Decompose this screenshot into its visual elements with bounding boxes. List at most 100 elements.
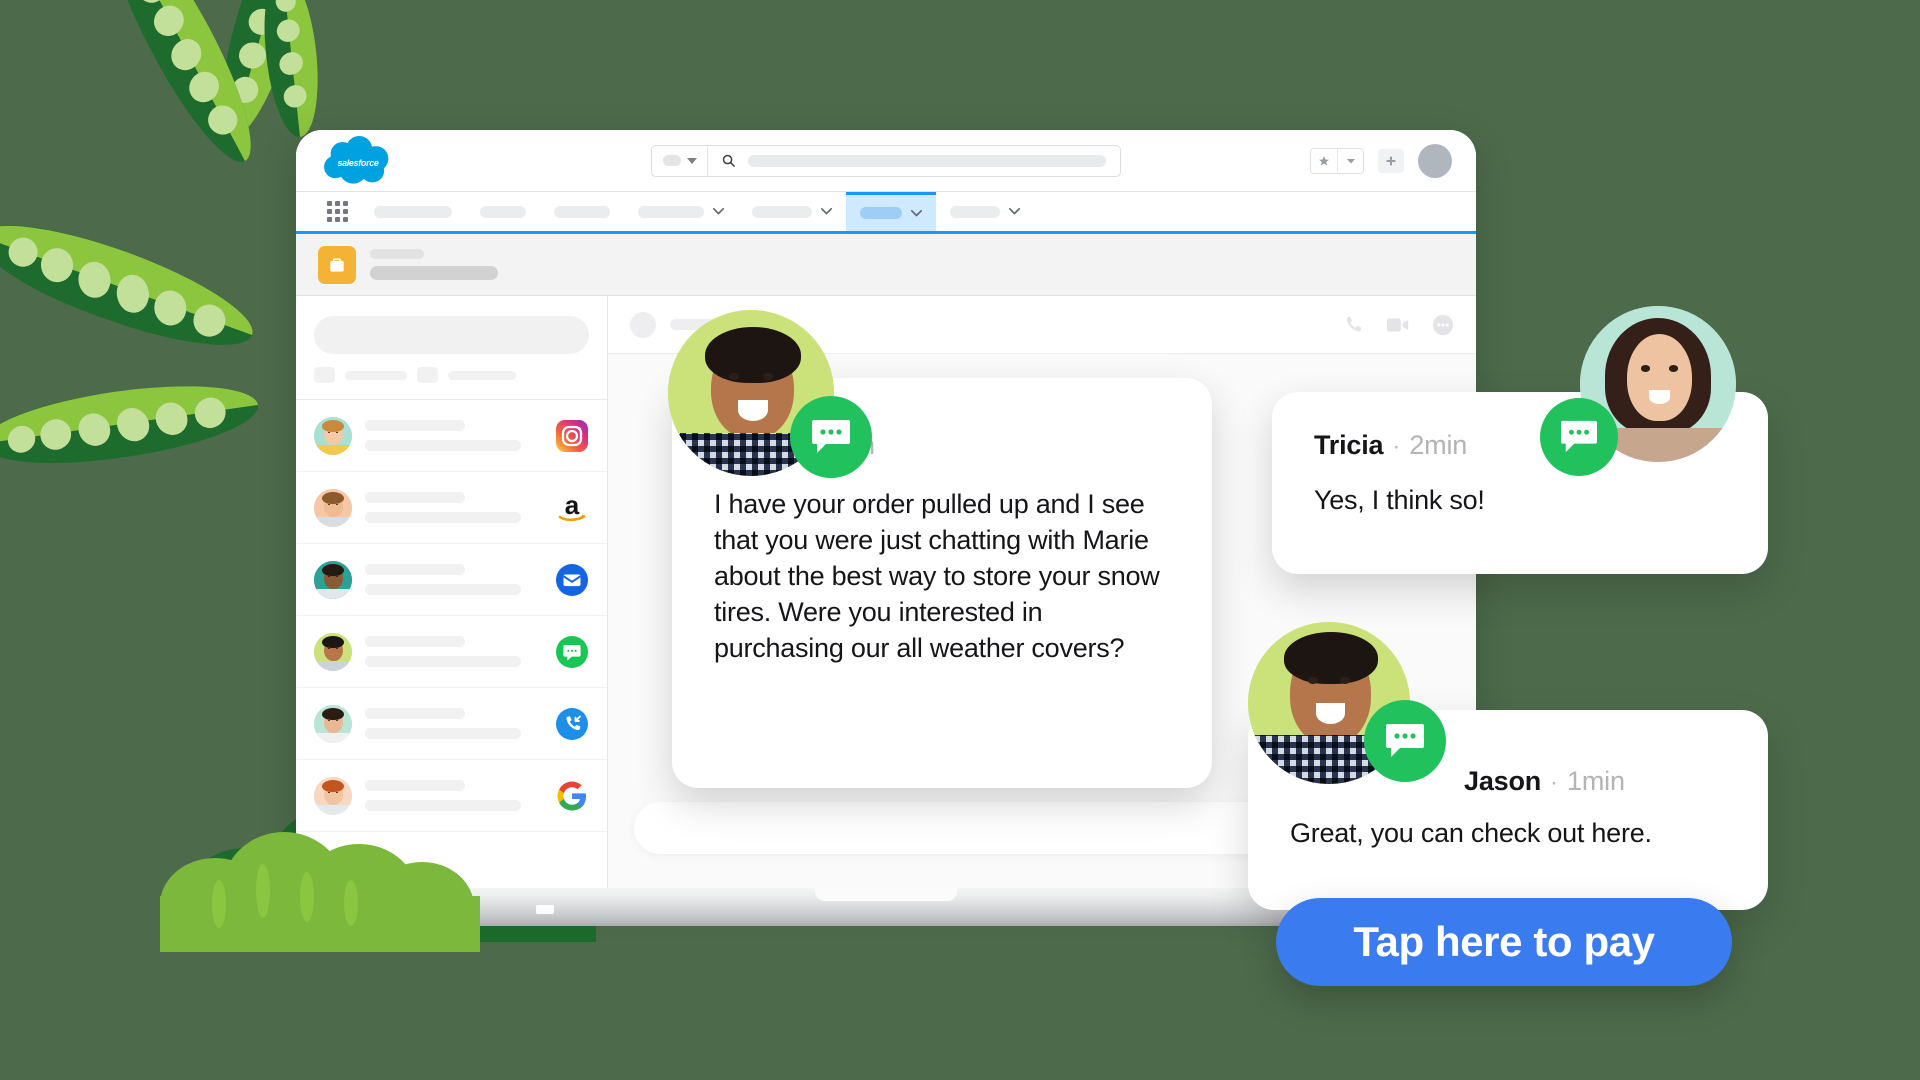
nav-tab-label (752, 205, 812, 218)
filter-chip[interactable] (314, 367, 335, 383)
phone-icon[interactable] (1342, 314, 1364, 336)
chat-contact-avatar (630, 311, 656, 338)
instagram-icon (555, 419, 589, 453)
nav-tab-label (860, 207, 902, 219)
chat-header-actions (1342, 314, 1454, 336)
more-icon[interactable] (1432, 314, 1454, 336)
filter-chip[interactable] (417, 367, 438, 383)
callback-icon (555, 707, 589, 741)
search-scope-label (662, 155, 681, 166)
nav-tab-label (480, 205, 526, 218)
conversation-list-panel: a (296, 296, 608, 894)
message-timestamp: 1min (1567, 766, 1625, 796)
message-sender-name: Jason (1464, 766, 1542, 796)
filter-label (345, 370, 407, 380)
nav-tab-label (638, 205, 704, 218)
message-body: Great, you can check out here. (1290, 818, 1652, 848)
list-item-avatar (314, 704, 352, 743)
nav-tab-1[interactable] (466, 192, 540, 231)
amazon-icon: a (555, 491, 589, 525)
list-item[interactable] (296, 688, 607, 760)
chevron-down-icon[interactable] (1337, 148, 1363, 173)
list-search-input[interactable] (314, 316, 589, 354)
user-avatar[interactable] (1418, 143, 1452, 178)
message-header: Jason · 1min (1464, 766, 1625, 797)
nav-tab-2[interactable] (540, 192, 624, 231)
pay-button-label: Tap here to pay (1353, 918, 1655, 965)
message-separator: · (1392, 433, 1401, 460)
conversation-list: a (296, 400, 607, 832)
leaf-frond (257, 0, 325, 140)
search-icon (708, 153, 748, 168)
chevron-down-icon[interactable] (911, 209, 922, 217)
message-body: Yes, I think so! (1314, 485, 1485, 515)
laptop-base-dot (536, 905, 554, 914)
message-timestamp: 2min (1409, 430, 1468, 460)
chevron-down-icon[interactable] (713, 208, 724, 215)
filter-label (448, 370, 516, 380)
app-launcher-icon[interactable] (314, 192, 360, 231)
video-icon[interactable] (1386, 314, 1410, 336)
chat-bubble-icon-badge (1540, 398, 1618, 476)
messages-icon (555, 635, 589, 669)
page-root: salesforce a I have your order pulled up… (0, 0, 1920, 1080)
nav-tab-6[interactable] (936, 192, 1034, 231)
google-icon (555, 779, 589, 813)
nav-tab-0[interactable] (360, 192, 466, 231)
svg-text:salesforce: salesforce (337, 157, 378, 167)
search-input[interactable] (748, 154, 1106, 167)
laptop-base-notch (815, 888, 957, 901)
nav-tab-label (950, 205, 1000, 218)
list-item[interactable] (296, 400, 607, 472)
list-item[interactable] (296, 544, 607, 616)
salesforce-global-header: salesforce (296, 130, 1476, 192)
list-item[interactable]: a (296, 472, 607, 544)
list-item[interactable] (296, 616, 607, 688)
list-item-text (365, 636, 542, 667)
record-header (296, 234, 1476, 296)
email-icon (555, 563, 589, 597)
list-item-avatar (314, 632, 352, 671)
favorites-button-group[interactable] (1310, 147, 1364, 174)
svg-text:a: a (565, 491, 580, 520)
list-item[interactable] (296, 760, 607, 832)
message-body: I have your order pulled up and I see th… (714, 489, 1160, 663)
list-item-avatar (314, 560, 352, 599)
salesforce-nav-bar (296, 192, 1476, 234)
chevron-down-icon[interactable] (821, 208, 832, 215)
list-item-text (365, 564, 542, 595)
chevron-down-icon[interactable] (1009, 208, 1020, 215)
message-separator: · (1550, 769, 1559, 796)
add-icon[interactable] (1378, 148, 1404, 173)
chat-bubble-icon (1386, 724, 1424, 757)
list-item-text (365, 492, 542, 523)
list-filters (314, 367, 589, 383)
leaf-frond (205, 0, 320, 144)
chevron-down-icon (686, 157, 697, 164)
briefcase-icon (318, 245, 356, 284)
leaf-frond (91, 0, 273, 176)
search-scope-selector[interactable] (652, 145, 708, 176)
leaf-frond (0, 202, 264, 368)
nav-tab-label (554, 205, 610, 218)
leaf-frond (0, 372, 263, 477)
header-actions (1310, 143, 1452, 178)
nav-tab-4[interactable] (738, 192, 846, 231)
message-sender-name: Tricia (1314, 430, 1384, 460)
list-header (296, 296, 607, 400)
nav-tab-3[interactable] (624, 192, 738, 231)
chat-bubble-icon (1561, 420, 1597, 453)
chat-bubble-icon-badge (1364, 700, 1446, 782)
global-search[interactable] (651, 144, 1121, 177)
star-icon[interactable] (1311, 148, 1337, 173)
chat-bubble-icon-badge (790, 396, 872, 478)
tap-here-to-pay-button[interactable]: Tap here to pay (1276, 898, 1732, 986)
list-item-avatar (314, 416, 352, 455)
chat-bubble-icon (812, 420, 850, 453)
salesforce-logo-icon: salesforce (322, 135, 394, 186)
nav-tab-5[interactable] (846, 192, 936, 231)
record-title-placeholder (370, 249, 498, 280)
list-item-text (365, 420, 542, 451)
list-item-text (365, 708, 542, 739)
nav-tab-label (374, 205, 452, 218)
